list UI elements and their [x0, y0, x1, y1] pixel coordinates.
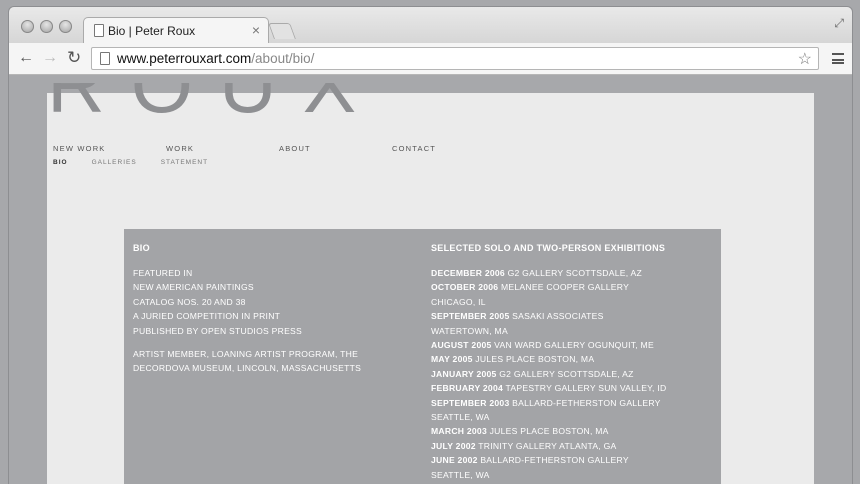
- sub-nav: BIO GALLERIES STATEMENT: [53, 159, 232, 166]
- exhibition-venue: JULES PLACE BOSTON, MA: [472, 354, 595, 365]
- menu-icon[interactable]: [832, 53, 844, 64]
- exhibition-venue: SASAKI ASSOCIATES: [509, 311, 604, 322]
- exhibition-line: SEATTLE, WA: [431, 468, 715, 482]
- exhibition-date: JANUARY 2005: [431, 368, 497, 379]
- nav-item-new-work[interactable]: NEW WORK: [53, 144, 166, 153]
- logo-text: ROUX: [47, 83, 382, 120]
- bio-line: CATALOG NOS. 20 AND 38: [133, 296, 246, 307]
- subnav-item-statement[interactable]: STATEMENT: [161, 159, 208, 166]
- bio-member-paragraph: ARTIST MEMBER, LOANING ARTIST PROGRAM, T…: [133, 347, 403, 376]
- exhibition-date: JULY 2002: [431, 440, 476, 451]
- exhibition-line: JUNE 2002 BALLARD-FETHERSTON GALLERY: [431, 453, 715, 467]
- bio-line: PUBLISHED BY OPEN STUDIOS PRESS: [133, 325, 303, 336]
- exhibition-line: JANUARY 2005 G2 GALLERY SCOTTSDALE, AZ: [431, 367, 715, 381]
- minimize-window-button[interactable]: [40, 20, 53, 33]
- exhibition-line: DECEMBER 2006 G2 GALLERY SCOTTSDALE, AZ: [431, 266, 715, 280]
- exhibitions-column: SELECTED SOLO AND TWO-PERSON EXHIBITIONS…: [431, 243, 715, 482]
- exhibition-line: AUGUST 2005 VAN WARD GALLERY OGUNQUIT, M…: [431, 338, 715, 352]
- main-nav: NEW WORK WORK ABOUT CONTACT: [53, 144, 505, 153]
- bio-column: BIO FEATURED IN NEW AMERICAN PAINTINGS C…: [133, 243, 403, 376]
- exhibition-venue: SEATTLE, WA: [431, 412, 490, 423]
- exhibition-venue: CHICAGO, IL: [431, 296, 486, 307]
- page-icon: [94, 24, 104, 37]
- exhibition-venue: WATERTOWN, MA: [431, 325, 508, 336]
- browser-tab[interactable]: Bio | Peter Roux ×: [83, 17, 269, 44]
- fullscreen-icon[interactable]: ⤢: [834, 16, 844, 31]
- forward-arrow-icon[interactable]: →: [42, 49, 58, 67]
- exhibition-date: OCTOBER 2006: [431, 282, 499, 293]
- exhibition-venue: BALLARD-FETHERSTON GALLERY: [509, 397, 661, 408]
- tab-title: Bio | Peter Roux: [108, 24, 196, 38]
- zoom-window-button[interactable]: [59, 20, 72, 33]
- exhibition-venue: VAN WARD GALLERY OGUNQUIT, ME: [491, 340, 654, 351]
- content-panel: BIO FEATURED IN NEW AMERICAN PAINTINGS C…: [124, 229, 721, 484]
- exhibition-line: SEATTLE, WA: [431, 410, 715, 424]
- address-bar[interactable]: www.peterrouxart.com/about/bio/ ☆: [91, 47, 819, 70]
- exhibition-date: JUNE 2002: [431, 455, 478, 466]
- reload-icon[interactable]: ↻: [67, 49, 81, 67]
- subnav-item-bio[interactable]: BIO: [53, 159, 68, 166]
- nav-item-contact[interactable]: CONTACT: [392, 144, 505, 153]
- window-controls: [21, 20, 72, 33]
- nav-item-work[interactable]: WORK: [166, 144, 279, 153]
- exhibition-date: FEBRUARY 2004: [431, 383, 504, 394]
- exhibition-venue: MELANEE COOPER GALLERY: [498, 282, 630, 293]
- bio-line: DECORDOVA MUSEUM, LINCOLN, MASSACHUSETTS: [133, 363, 362, 374]
- bio-line: FEATURED IN: [133, 268, 193, 278]
- exhibition-line: WATERTOWN, MA: [431, 324, 715, 338]
- url-host: www.peterrouxart.com: [117, 51, 252, 66]
- url-text[interactable]: www.peterrouxart.com/about/bio/: [117, 51, 314, 66]
- browser-toolbar: ← → ↻ www.peterrouxart.com/about/bio/ ☆: [9, 43, 852, 75]
- exhibition-line: MARCH 2003 JULES PLACE BOSTON, MA: [431, 424, 715, 438]
- page-viewport: ROUX NEW WORK WORK ABOUT CONTACT BIO GAL…: [9, 76, 852, 484]
- title-bar: Bio | Peter Roux × ⤢: [9, 7, 852, 44]
- exhibition-venue: G2 GALLERY SCOTTSDALE, AZ: [504, 268, 642, 278]
- exhibition-line: FEBRUARY 2004 TAPESTRY GALLERY SUN VALLE…: [431, 381, 715, 395]
- page-body: ROUX NEW WORK WORK ABOUT CONTACT BIO GAL…: [47, 83, 814, 484]
- bio-line: A JURIED COMPETITION IN PRINT: [133, 311, 281, 322]
- bio-line: ARTIST MEMBER, LOANING ARTIST PROGRAM, T…: [133, 349, 359, 360]
- exhibition-line: SEPTEMBER 2003 BALLARD-FETHERSTON GALLER…: [431, 396, 715, 410]
- bio-line: NEW AMERICAN PAINTINGS: [133, 282, 254, 293]
- url-path: /about/bio/: [251, 51, 315, 66]
- close-window-button[interactable]: [21, 20, 34, 33]
- exhibition-venue: JULES PLACE BOSTON, MA: [487, 426, 609, 437]
- exhibition-line: MAY 2005 JULES PLACE BOSTON, MA: [431, 352, 715, 366]
- exhibition-date: AUGUST 2005: [431, 340, 492, 351]
- exhibition-line: CHICAGO, IL: [431, 295, 715, 309]
- bio-heading: BIO: [133, 243, 150, 253]
- exhibition-line: JULY 2002 TRINITY GALLERY ATLANTA, GA: [431, 439, 715, 453]
- subnav-item-galleries[interactable]: GALLERIES: [92, 159, 137, 166]
- exhibition-line: SEPTEMBER 2005 SASAKI ASSOCIATES: [431, 309, 715, 323]
- exhibition-date: SEPTEMBER 2003: [431, 397, 510, 408]
- site-logo[interactable]: ROUX: [47, 83, 382, 120]
- exhibition-venue: SEATTLE, WA: [431, 469, 490, 480]
- browser-window: Bio | Peter Roux × ⤢ ← → ↻ www.peterroux…: [9, 7, 852, 484]
- nav-item-about[interactable]: ABOUT: [279, 144, 392, 153]
- exhibition-venue: G2 GALLERY SCOTTSDALE, AZ: [496, 368, 634, 379]
- bookmark-star-icon[interactable]: ☆: [798, 49, 812, 69]
- page-icon: [100, 52, 110, 65]
- exhibitions-list: DECEMBER 2006 G2 GALLERY SCOTTSDALE, AZ O…: [431, 266, 715, 482]
- exhibition-date: MAY 2005: [431, 354, 473, 365]
- exhibition-venue: TRINITY GALLERY ATLANTA, GA: [475, 440, 617, 451]
- exhibition-venue: BALLARD-FETHERSTON GALLERY: [477, 455, 629, 466]
- exhibition-venue: TAPESTRY GALLERY SUN VALLEY, ID: [503, 383, 667, 394]
- bio-featured-paragraph: FEATURED IN NEW AMERICAN PAINTINGS CATAL…: [133, 266, 403, 338]
- exhibition-date: SEPTEMBER 2005: [431, 311, 510, 322]
- new-tab-button[interactable]: [268, 23, 296, 39]
- exhibition-date: MARCH 2003: [431, 426, 487, 437]
- exhibition-line: OCTOBER 2006 MELANEE COOPER GALLERY: [431, 280, 715, 294]
- close-tab-icon[interactable]: ×: [252, 22, 260, 38]
- back-arrow-icon[interactable]: ←: [18, 49, 34, 67]
- exhibitions-heading: SELECTED SOLO AND TWO-PERSON EXHIBITIONS: [431, 243, 666, 253]
- exhibition-date: DECEMBER 2006: [431, 268, 505, 278]
